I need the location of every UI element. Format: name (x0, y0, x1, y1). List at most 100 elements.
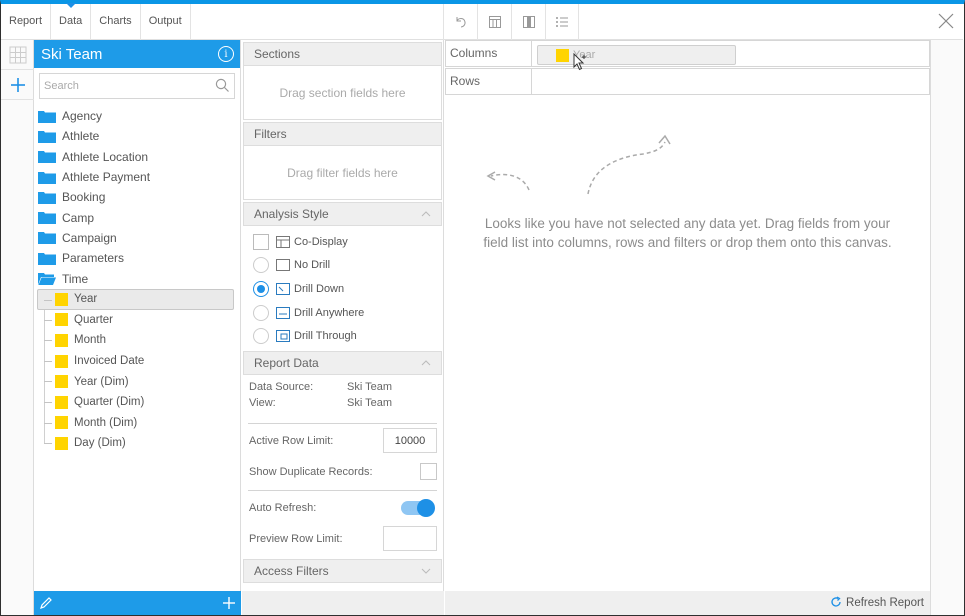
folder-label: Camp (62, 210, 95, 225)
field-label: Month (Dim) (74, 416, 138, 429)
tab-data[interactable]: Data (51, 3, 92, 40)
report-data-header[interactable]: Report Data (243, 350, 442, 375)
refresh-icon[interactable] (830, 595, 842, 611)
co-display-option[interactable]: Co-Display (243, 230, 442, 254)
access-filters-header[interactable]: Access Filters (243, 558, 442, 583)
folder-athlete[interactable]: Athlete (34, 126, 241, 146)
field-label: Day (Dim) (74, 437, 126, 450)
field-day-dim[interactable]: Day (Dim) (34, 433, 241, 454)
year-chip[interactable]: Year (537, 45, 736, 65)
drill-through-radio[interactable] (253, 328, 269, 345)
no-drill-radio[interactable] (253, 257, 269, 274)
open-folder-icon (38, 272, 56, 286)
tree-tick (44, 300, 52, 301)
refresh-report-button[interactable]: Refresh Report (846, 597, 924, 609)
columns-label: Columns (446, 41, 532, 66)
view-row: View: Ski Team (243, 395, 442, 411)
field-label: Quarter (Dim) (74, 396, 145, 409)
folder-parameters[interactable]: Parameters (34, 248, 241, 268)
canvas-footer: Refresh Report (445, 591, 930, 615)
field-panel-footer (34, 591, 241, 615)
field-label: Year (Dim) (74, 375, 129, 388)
field-month[interactable]: Month (34, 330, 241, 351)
folder-icon (38, 110, 56, 123)
drill-anywhere-label: Drill Anywhere (294, 306, 365, 319)
info-icon[interactable]: i (218, 46, 234, 62)
undo-icon[interactable] (443, 4, 477, 40)
column-layout-icon[interactable] (511, 4, 545, 40)
chevron-up-icon[interactable] (421, 358, 431, 368)
folder-booking[interactable]: Booking (34, 187, 241, 207)
list-settings-icon[interactable] (545, 4, 579, 40)
folder-time[interactable]: Time (34, 268, 241, 288)
field-label: Month (74, 334, 106, 347)
edit-icon[interactable] (34, 591, 58, 615)
filters-drop-zone[interactable]: Drag filter fields here (243, 146, 442, 200)
sections-header: Sections (243, 42, 442, 66)
folder-icon (38, 231, 56, 245)
field-month-dim[interactable]: Month (Dim) (34, 413, 241, 434)
drill-down-label: Drill Down (294, 282, 345, 295)
no-drill-option[interactable]: No Drill (243, 254, 442, 278)
active-row-limit-input[interactable]: 10000 (383, 428, 437, 454)
no-drill-label: No Drill (294, 259, 331, 272)
view-label: View: (249, 396, 276, 409)
folder-athlete-payment[interactable]: Athlete Payment (34, 167, 241, 187)
field-quarter[interactable]: Quarter (34, 310, 241, 331)
field-label: Quarter (74, 313, 113, 326)
add-field-icon[interactable] (217, 591, 241, 615)
co-display-icon (276, 235, 290, 248)
rows-shelf[interactable]: Rows (445, 68, 930, 95)
folder-agency[interactable]: Agency (34, 106, 241, 126)
folder-camp[interactable]: Camp (34, 207, 241, 227)
show-duplicates-row: Show Duplicate Records: (243, 458, 442, 486)
field-quarter-dim[interactable]: Quarter (Dim) (34, 392, 241, 413)
tab-charts[interactable]: Charts (91, 4, 141, 40)
search-input[interactable] (40, 74, 210, 98)
drill-anywhere-radio[interactable] (253, 304, 269, 321)
preview-row-limit-input[interactable] (383, 526, 437, 552)
drill-through-option[interactable]: Drill Through (243, 324, 442, 348)
field-invoiced-date[interactable]: Invoiced Date (34, 351, 241, 372)
drill-through-label: Drill Through (294, 330, 357, 343)
drill-down-radio[interactable] (253, 280, 269, 297)
auto-refresh-toggle[interactable] (401, 498, 435, 517)
chevron-down-icon[interactable] (421, 566, 431, 576)
access-filters-title: Access Filters (254, 563, 329, 578)
sections-title: Sections (254, 47, 301, 61)
drill-anywhere-option[interactable]: Drill Anywhere (243, 301, 442, 325)
grid-view-icon[interactable] (1, 40, 34, 70)
drill-down-option[interactable]: Drill Down (243, 277, 442, 301)
sections-drop-zone[interactable]: Drag section fields here (243, 66, 442, 120)
analysis-style-header[interactable]: Analysis Style (243, 202, 442, 226)
show-duplicates-checkbox[interactable] (420, 463, 437, 481)
add-data-icon[interactable] (1, 70, 34, 100)
rows-drop-zone[interactable] (532, 69, 929, 94)
columns-shelf[interactable]: Columns Year (445, 40, 930, 71)
field-label: Year (74, 293, 98, 306)
auto-refresh-row: Auto Refresh: (243, 491, 442, 525)
close-icon[interactable] (937, 12, 955, 30)
top-toolbar: Report Data Charts Output (1, 3, 963, 40)
co-display-checkbox[interactable] (253, 233, 269, 250)
preview-row-limit-row: Preview Row Limit: (243, 525, 442, 553)
tree-tick (44, 319, 52, 321)
tab-output[interactable]: Output (141, 4, 191, 40)
folder-athlete-location[interactable]: Athlete Location (34, 147, 241, 167)
table-layout-icon[interactable] (477, 4, 511, 40)
folder-campaign[interactable]: Campaign (34, 228, 241, 248)
search-icon[interactable] (215, 78, 230, 96)
columns-drop-zone[interactable]: Year (532, 41, 929, 71)
tab-report[interactable]: Report (1, 4, 52, 40)
report-data-body: Data Source: Ski Team View: Ski Team Activ… (243, 375, 442, 553)
chevron-up-icon[interactable] (421, 209, 431, 219)
field-year[interactable]: Year (37, 289, 234, 310)
filters-placeholder: Drag filter fields here (287, 165, 398, 180)
co-display-label: Co-Display (294, 235, 348, 248)
field-year-dim[interactable]: Year (Dim) (34, 371, 241, 392)
filters-header: Filters (243, 122, 442, 146)
folder-icon (38, 211, 56, 225)
tree-tick (44, 360, 52, 362)
field-search (39, 73, 235, 99)
active-row-limit-label: Active Row Limit: (249, 434, 334, 447)
